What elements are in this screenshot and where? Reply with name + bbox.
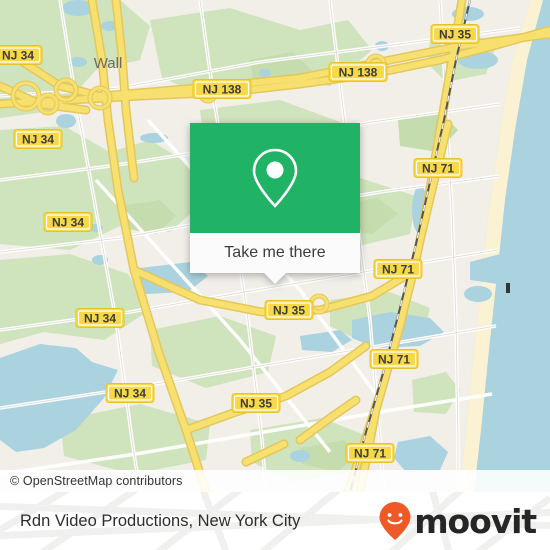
road-shield: NJ 34 [43, 212, 93, 232]
road-shield-label: NJ 34 [2, 48, 34, 62]
road-shield-label: NJ 138 [203, 82, 242, 96]
road-shield: NJ 35 [430, 24, 480, 44]
screenshot-root: Wall NJ 34 NJ 34 NJ 34 NJ 34 NJ 34 NJ 138 NJ 1… [0, 0, 550, 550]
map-coast-marker [506, 283, 510, 293]
popup-footer[interactable]: Take me there [190, 233, 360, 284]
road-shield-label: NJ 71 [354, 446, 386, 460]
moovit-wordmark: moovit [414, 501, 537, 541]
road-shield: NJ 35 [264, 300, 314, 320]
road-shield: NJ 34 [13, 129, 63, 149]
road-shield: NJ 35 [231, 393, 281, 413]
road-shield: NJ 34 [0, 45, 43, 65]
road-shield: NJ 71 [345, 443, 395, 463]
road-shield-label: NJ 138 [339, 65, 378, 79]
road-shield-label: NJ 35 [240, 396, 272, 410]
road-shield: NJ 71 [413, 158, 463, 178]
attribution-text: © OpenStreetMap contributors [10, 474, 183, 488]
map-pin-icon [252, 148, 298, 208]
road-shield-label: NJ 34 [52, 215, 84, 229]
road-shield: NJ 138 [192, 79, 252, 99]
road-shield: NJ 71 [369, 349, 419, 369]
road-shield-label: NJ 71 [422, 161, 454, 175]
page-footer: Rdn Video Productions, New York City moo… [0, 492, 550, 550]
moovit-pin-smiley-icon [379, 502, 411, 540]
road-shield-label: NJ 35 [439, 27, 471, 41]
road-shield-label: NJ 34 [84, 311, 116, 325]
map-place-label: Wall [94, 55, 123, 72]
take-me-there-popup[interactable]: Take me there [190, 123, 360, 284]
take-me-there-label: Take me there [224, 244, 326, 261]
road-shield-label: NJ 34 [22, 132, 54, 146]
popup-header [190, 123, 360, 233]
road-shield: NJ 34 [105, 383, 155, 403]
road-shield: NJ 138 [328, 62, 388, 82]
road-shield: NJ 34 [75, 308, 125, 328]
map-canvas[interactable]: Wall NJ 34 NJ 34 NJ 34 NJ 34 NJ 34 NJ 138 NJ 1… [0, 0, 550, 492]
footer-location-title: Rdn Video Productions, New York City [20, 511, 301, 530]
map-attribution: © OpenStreetMap contributors [0, 470, 550, 492]
road-shield-label: NJ 35 [273, 303, 305, 317]
moovit-brand[interactable]: moovit [378, 501, 537, 541]
popup-tail [264, 273, 286, 284]
road-shield-label: NJ 71 [378, 352, 410, 366]
road-shield-label: NJ 71 [382, 262, 414, 276]
road-shield-label: NJ 34 [114, 386, 146, 400]
road-shield: NJ 71 [373, 259, 423, 279]
